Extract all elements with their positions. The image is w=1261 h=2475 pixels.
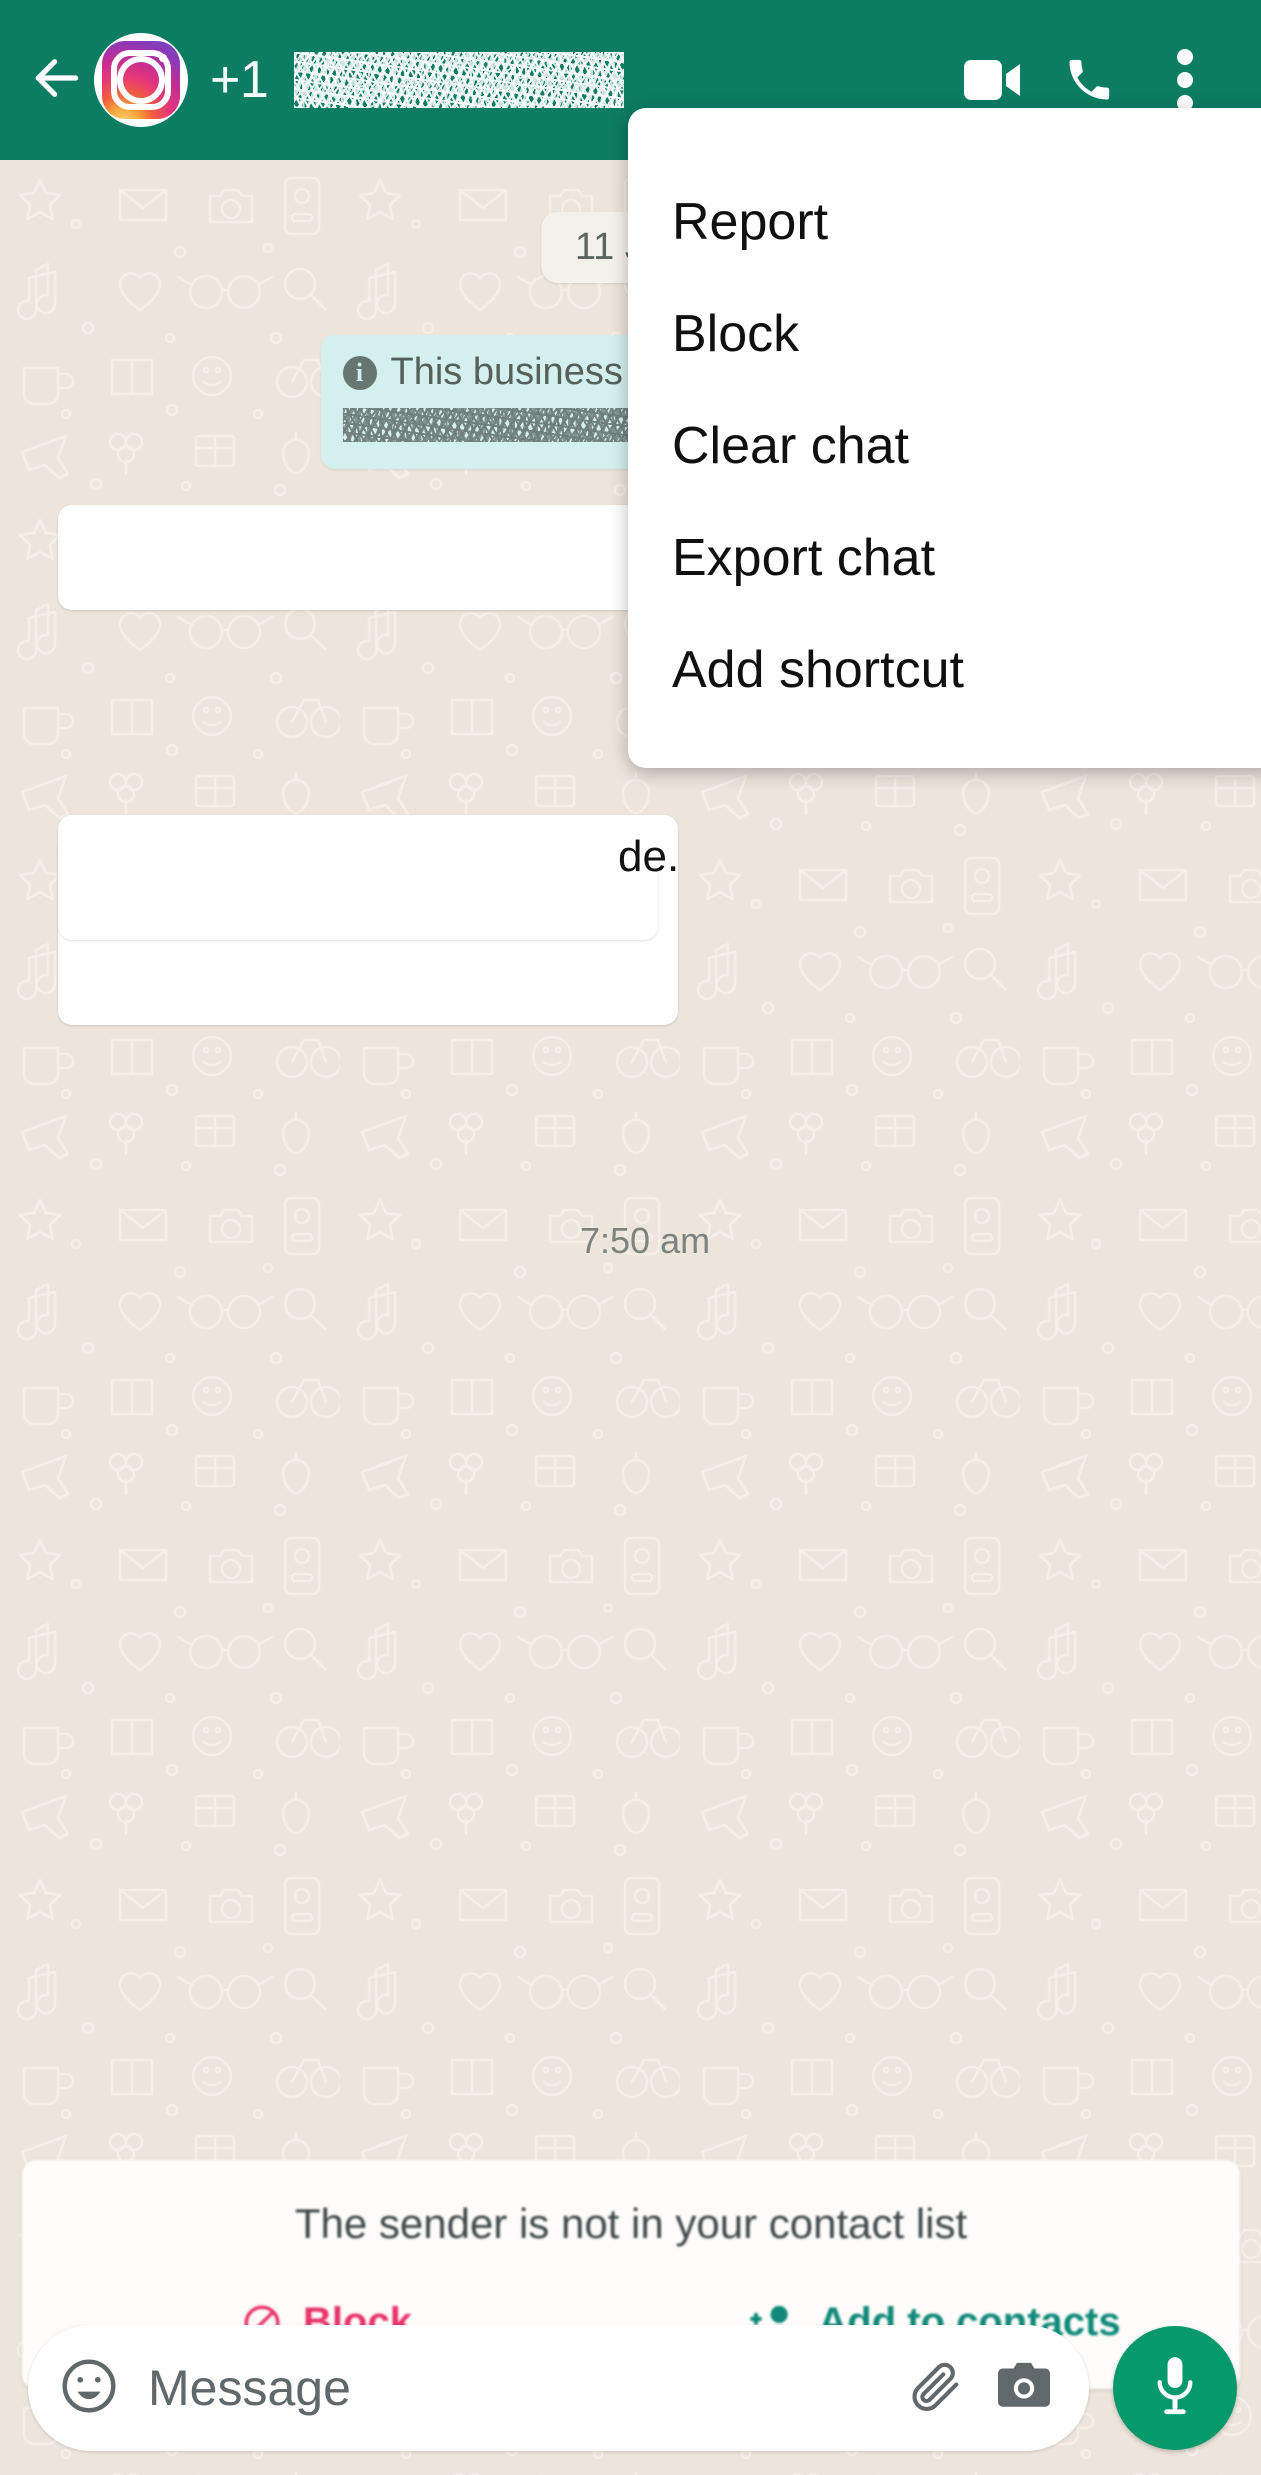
- message-input-pill[interactable]: Message: [28, 2325, 1089, 2451]
- unknown-sender-message: The sender is not in your contact list: [294, 2200, 968, 2247]
- camera-button[interactable]: [995, 2360, 1053, 2417]
- message-visible-tail: de.: [618, 832, 680, 881]
- attach-button[interactable]: [907, 2357, 965, 2420]
- whatsapp-chat-screen: +1 11 i This business uses de. 7:50 am T…: [0, 0, 1261, 2475]
- message-bubble-1[interactable]: [58, 505, 658, 610]
- emoji-smiley-icon: [58, 2355, 120, 2422]
- back-button[interactable]: [14, 37, 100, 123]
- message-bubble-2[interactable]: de.: [58, 832, 679, 940]
- message-input-placeholder[interactable]: Message: [148, 2359, 877, 2417]
- message-timestamp: 7:50 am: [580, 1220, 711, 1261]
- phone-call-icon: [1063, 54, 1115, 106]
- paperclip-icon: [907, 2357, 965, 2420]
- avatar[interactable]: [94, 33, 188, 127]
- contact-number-prefix: +1: [210, 51, 269, 109]
- three-dots-vertical-icon: [1176, 49, 1194, 111]
- overflow-dropdown-menu[interactable]: Report Block Clear chat Export chat Add …: [628, 108, 1261, 768]
- emoji-button[interactable]: [58, 2355, 120, 2422]
- contact-name-area[interactable]: +1: [210, 50, 945, 110]
- menu-item-export-chat[interactable]: Export chat: [628, 502, 1261, 614]
- video-call-icon: [964, 58, 1022, 102]
- menu-item-block[interactable]: Block: [628, 278, 1261, 390]
- menu-item-add-shortcut[interactable]: Add shortcut: [628, 614, 1261, 726]
- contact-name-redacted: [294, 52, 625, 108]
- instagram-avatar-icon: [102, 41, 180, 119]
- menu-item-report[interactable]: Report: [628, 166, 1261, 278]
- message-input-bar: Message: [0, 2323, 1261, 2453]
- camera-icon: [995, 2360, 1053, 2417]
- voice-record-button[interactable]: [1113, 2326, 1237, 2450]
- info-icon: i: [342, 355, 377, 390]
- arrow-left-icon: [29, 50, 85, 111]
- menu-item-clear-chat[interactable]: Clear chat: [628, 390, 1261, 502]
- microphone-icon: [1149, 2355, 1201, 2422]
